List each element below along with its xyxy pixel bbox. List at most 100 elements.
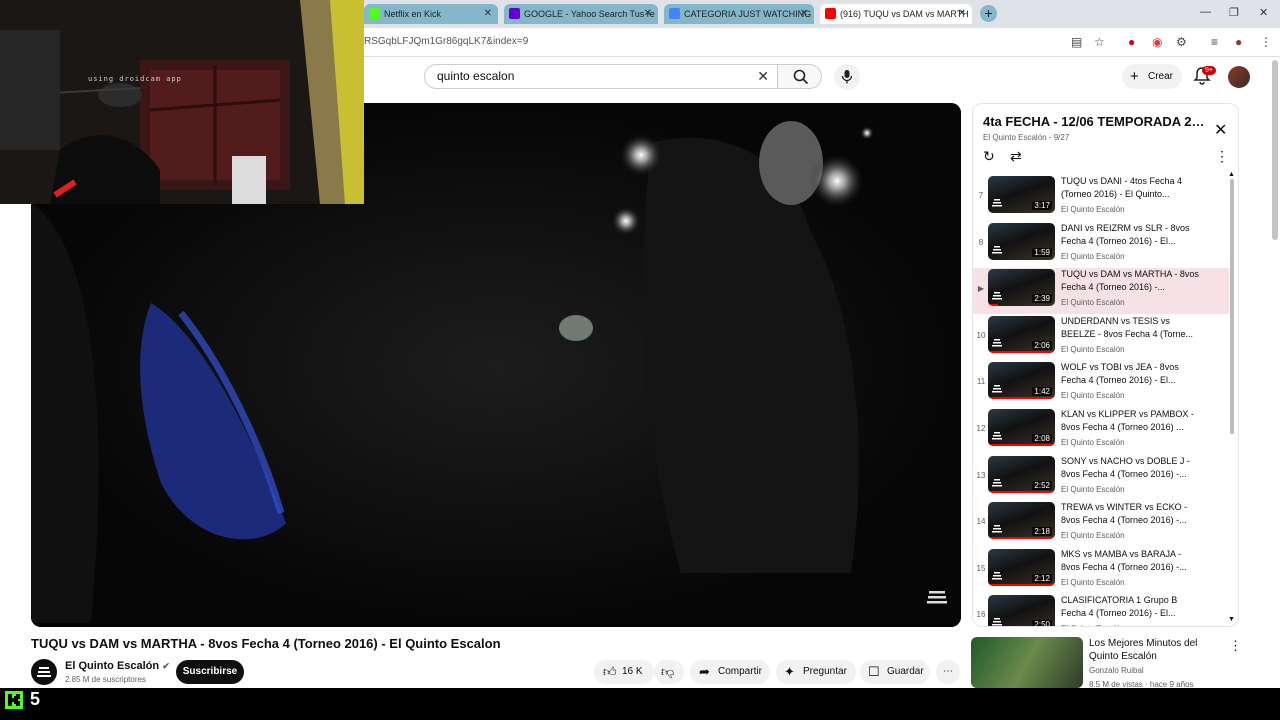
chrome-menu-icon[interactable]: ⋮ xyxy=(1260,35,1272,49)
share-button[interactable]: ➦ Compartir xyxy=(690,660,770,684)
playlist-panel: 4ta FECHA - 12/06 TEMPORADA 20... El Qui… xyxy=(972,103,1239,627)
save-button[interactable]: ☐ Guardar xyxy=(860,660,930,684)
playlist-item-thumbnail[interactable]: 2:06 xyxy=(988,315,1055,353)
tab-favicon-icon xyxy=(509,8,520,19)
sparkle-icon: ✦ xyxy=(784,664,795,679)
playlist-item-thumbnail[interactable]: 2:50 xyxy=(988,595,1055,626)
browser-tab[interactable]: (916) TUQU vs DAM vs MARTH ✕ xyxy=(820,4,972,24)
media-controls-icon[interactable]: ≡ xyxy=(1211,35,1218,49)
tab-close-icon[interactable]: ✕ xyxy=(644,4,652,24)
playlist-item[interactable]: 13 2:52 SONY vs NACHO vs DOBLE J - 8vos Fe… xyxy=(973,455,1229,501)
playlist-item-channel: El Quinto Escalón xyxy=(1061,531,1125,541)
watch-progress-bar xyxy=(988,490,1055,493)
watch-progress-bar xyxy=(988,397,1055,400)
browser-tab[interactable]: Netflix en Kick ✕ xyxy=(364,4,498,24)
playlist-item[interactable]: 10 2:06 UNDERDANN vs TESIS vs BEELZE - 8vo… xyxy=(973,315,1229,361)
stream-number: 5 xyxy=(30,689,41,709)
playlist-item[interactable]: ▶ 2:39 TUQU vs DAM vs MARTHA - 8vos Fecha … xyxy=(973,268,1229,315)
playlist-item-index: 11 xyxy=(976,377,986,387)
playlist-item-index: 10 xyxy=(976,330,986,340)
recommendation-thumbnail[interactable] xyxy=(971,637,1083,688)
loop-icon[interactable]: ↻ xyxy=(983,148,995,165)
playlist-item[interactable]: 14 2:18 TREWA vs WINTER vs ECKO - 8vos Fec… xyxy=(973,501,1229,547)
recommendation-channel[interactable]: Gonzalo Ruibal xyxy=(1089,666,1144,675)
channel-watermark-icon xyxy=(992,245,1002,254)
record-icon[interactable]: ◉ xyxy=(1152,35,1162,49)
playlist-item-channel: El Quinto Escalón xyxy=(1061,298,1125,308)
browser-tab[interactable]: GOOGLE - Yahoo Search Tus re ✕ xyxy=(504,4,658,24)
tab-title: CATEGORIA JUST WATCHING K xyxy=(684,9,814,19)
tab-close-icon[interactable]: ✕ xyxy=(958,4,966,24)
extensions-puzzle-icon[interactable]: ⚙ xyxy=(1176,35,1187,49)
playlist-item-duration: 1:42 xyxy=(1032,387,1052,397)
playlist-channel[interactable]: El Quinto Escalón xyxy=(983,133,1047,142)
playlist-item[interactable]: 12 2:08 KLAN vs KLIPPER vs PAMBOX - 8vos F… xyxy=(973,408,1229,454)
voice-search-button[interactable] xyxy=(834,64,860,90)
playlist-item-title: TREWA vs WINTER vs ECKO - 8vos Fecha 4 (… xyxy=(1061,502,1188,526)
playlist-item-thumbnail[interactable]: 2:52 xyxy=(988,455,1055,493)
playlist-item-index: 16 xyxy=(976,610,986,620)
tab-close-icon[interactable]: ✕ xyxy=(484,4,492,24)
search-box[interactable]: ✕ xyxy=(424,64,778,89)
notification-badge: 9+ xyxy=(1202,66,1216,75)
new-tab-button[interactable]: + xyxy=(980,5,997,22)
cast-icon[interactable]: ▤ xyxy=(1071,35,1082,49)
ask-button[interactable]: ✦ Preguntar xyxy=(776,660,856,684)
playlist-item-channel: El Quinto Escalón xyxy=(1061,205,1125,214)
webcam-frame xyxy=(0,0,364,204)
scroll-down-icon[interactable]: ▼ xyxy=(1228,616,1235,623)
tab-favicon-icon xyxy=(669,8,680,19)
playlist-item[interactable]: 8 1:59 DANI vs REIZRM vs SLR - 8vos Fecha … xyxy=(973,222,1229,268)
playlist-item[interactable]: 15 2:12 MKS vs MAMBA vs BARAJA - 8vos Fech… xyxy=(973,548,1229,594)
restore-icon[interactable]: ❐ xyxy=(1229,6,1239,19)
search-button[interactable] xyxy=(778,64,822,89)
playlist-item-thumbnail[interactable]: 3:17 xyxy=(988,176,1055,213)
channel-name[interactable]: El Quinto Escalón ✔ xyxy=(65,660,170,672)
shuffle-icon[interactable]: ⇄ xyxy=(1010,148,1022,165)
watch-progress-bar xyxy=(988,350,1055,353)
recommendation-menu-icon[interactable]: ⋮ xyxy=(1229,638,1242,654)
extension-icon[interactable]: ● xyxy=(1128,35,1135,49)
minimize-icon[interactable]: — xyxy=(1200,6,1211,18)
playlist-item-thumbnail[interactable]: 2:39 xyxy=(988,269,1055,307)
more-actions-button[interactable]: ⋯ xyxy=(936,660,960,684)
bookmark-star-icon[interactable]: ☆ xyxy=(1094,35,1105,49)
close-window-icon[interactable]: ✕ xyxy=(1259,6,1268,19)
close-playlist-icon[interactable]: ✕ xyxy=(1214,120,1227,140)
profile-icon[interactable]: ● xyxy=(1235,35,1242,49)
playlist-title[interactable]: 4ta FECHA - 12/06 TEMPORADA 20... xyxy=(983,114,1207,129)
create-button[interactable]: + Crear xyxy=(1122,64,1182,89)
verified-icon: ✔ xyxy=(162,661,170,671)
like-button[interactable]: 👍︎ 16 K xyxy=(594,660,654,684)
account-avatar[interactable] xyxy=(1228,66,1250,88)
channel-avatar[interactable] xyxy=(31,659,57,685)
browser-tab[interactable]: CATEGORIA JUST WATCHING K ✕ xyxy=(664,4,814,24)
subscribe-button[interactable]: Suscribirse xyxy=(176,660,244,684)
playlist-item-thumbnail[interactable]: 1:59 xyxy=(988,222,1055,260)
playlist-item[interactable]: 11 1:42 WOLF vs TOBI vs JEA - 8vos Fecha 4… xyxy=(973,361,1229,407)
recommendation-title[interactable]: Los Mejores Minutos del Quinto Escalón xyxy=(1089,637,1229,663)
stream-overlay-bar xyxy=(0,688,1280,720)
playlist-scrollbar[interactable] xyxy=(1230,179,1234,434)
dislike-button[interactable]: 👎︎ xyxy=(654,660,684,684)
playlist-menu-icon[interactable]: ⋮ xyxy=(1215,148,1229,165)
scroll-up-icon[interactable]: ▲ xyxy=(1228,171,1235,178)
tab-close-icon[interactable]: ✕ xyxy=(800,4,808,24)
channel-name-text: El Quinto Escalón xyxy=(65,660,160,672)
clear-search-icon[interactable]: ✕ xyxy=(757,68,769,85)
url-text[interactable]: RSGqbLFJQm1Gr86gqLK7&index=9 xyxy=(364,36,528,47)
playlist-item-thumbnail[interactable]: 2:08 xyxy=(988,409,1055,446)
channel-watermark-icon[interactable] xyxy=(925,585,949,609)
playlist-item-thumbnail[interactable]: 2:18 xyxy=(988,502,1055,540)
playlist-item-thumbnail[interactable]: 2:12 xyxy=(988,548,1055,586)
playlist-item-thumbnail[interactable]: 1:42 xyxy=(988,362,1055,400)
playlist-item-channel: El Quinto Escalón xyxy=(1061,624,1125,626)
playlist-item[interactable]: 7 3:17 TUQU vs DANI - 4tos Fecha 4 (Torneo… xyxy=(973,175,1229,221)
playlist-item[interactable]: 16 2:50 CLASIFICATORIA 1 Grupo B Fecha 4 (… xyxy=(973,594,1229,626)
playlist-item-title: TUQU vs DAM vs MARTHA - 8vos Fecha 4 (To… xyxy=(1061,269,1199,293)
page-scrollbar[interactable] xyxy=(1272,60,1278,240)
search-input[interactable] xyxy=(435,68,739,84)
webcam-watermark-text: using droidcam app xyxy=(88,75,182,83)
microphone-icon xyxy=(841,70,853,84)
watch-progress-bar xyxy=(988,304,999,307)
